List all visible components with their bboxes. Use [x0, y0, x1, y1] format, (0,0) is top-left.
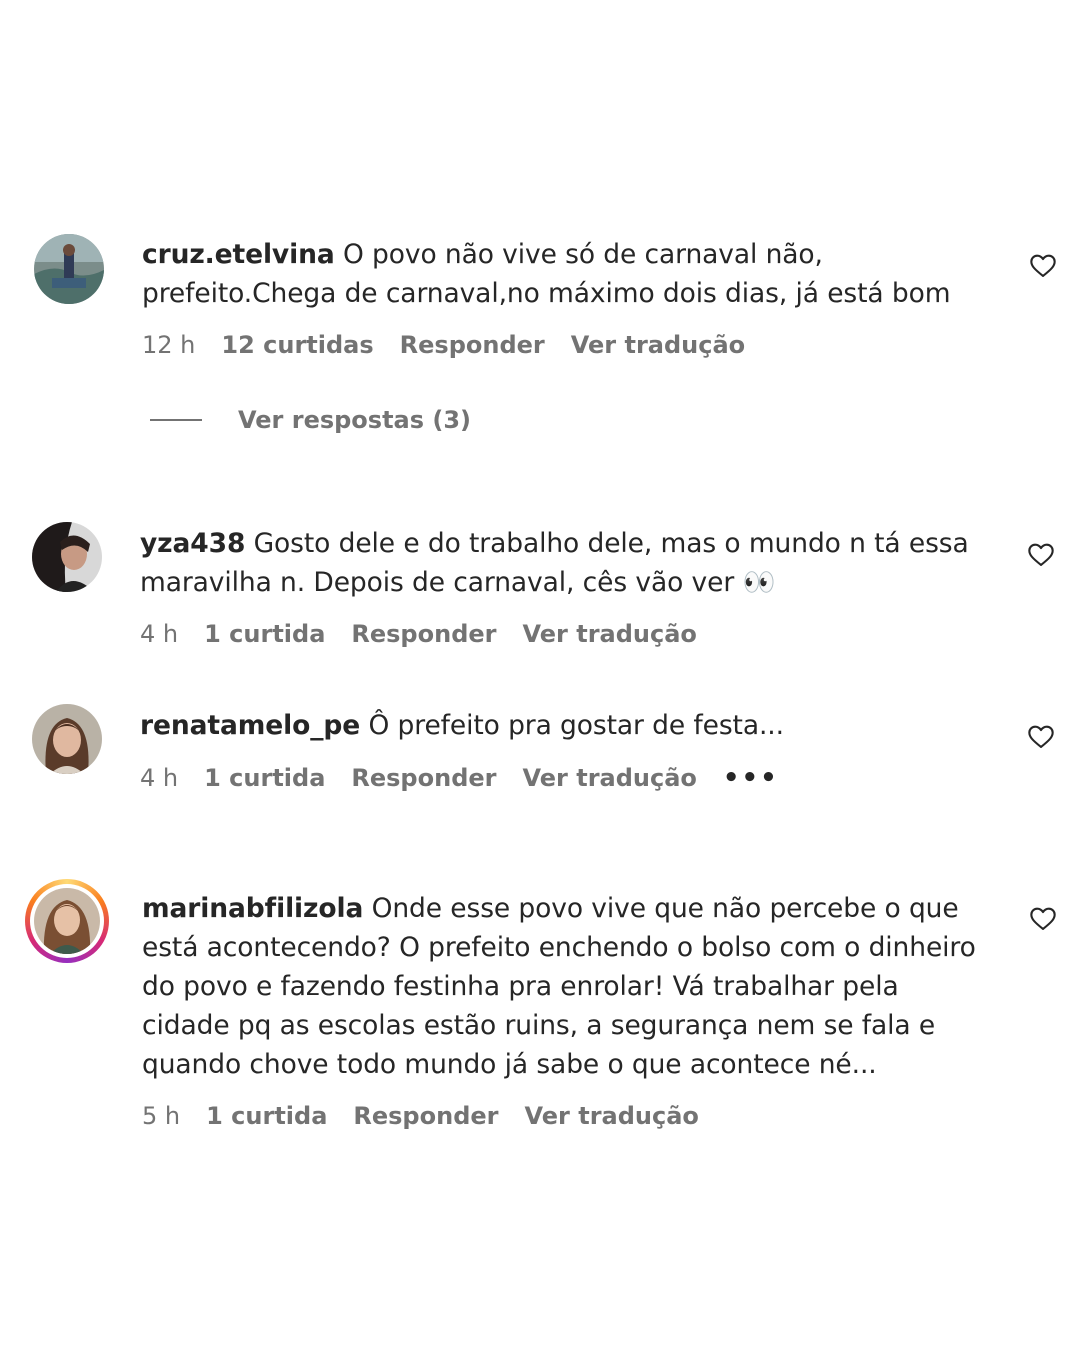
- heart-icon[interactable]: [1027, 541, 1055, 569]
- comment-username[interactable]: marinabfilizola: [142, 893, 363, 924]
- avatar[interactable]: [32, 704, 102, 774]
- comment-time: 4 h: [140, 620, 179, 648]
- comment-body: renatamelo_pe Ô prefeito pra gostar de f…: [140, 706, 990, 745]
- comment-username[interactable]: yza438: [140, 528, 245, 559]
- avatar-image: [34, 234, 104, 304]
- comment-likes[interactable]: 1 curtida: [206, 1102, 327, 1130]
- story-ring-avatar[interactable]: [25, 879, 109, 963]
- replies-divider: [150, 419, 202, 421]
- more-options-icon[interactable]: •••: [723, 763, 779, 793]
- comment-time: 5 h: [142, 1102, 181, 1130]
- avatar-image: [32, 704, 102, 774]
- reply-button[interactable]: Responder: [353, 1102, 498, 1130]
- avatar[interactable]: [32, 522, 102, 592]
- comment-body: yza438 Gosto dele e do trabalho dele, ma…: [140, 524, 990, 602]
- comment-body: cruz.etelvina O povo não vive só de carn…: [142, 235, 992, 313]
- comment-meta: 12 h 12 curtidas Responder Ver tradução: [142, 331, 745, 359]
- avatar-ring-gap: [30, 884, 104, 958]
- reply-button[interactable]: Responder: [351, 764, 496, 792]
- view-replies-button[interactable]: Ver respostas (3): [150, 406, 471, 434]
- comment-username[interactable]: renatamelo_pe: [140, 710, 360, 741]
- comment-body: marinabfilizola Onde esse povo vive que …: [142, 889, 992, 1084]
- translate-button[interactable]: Ver tradução: [524, 1102, 698, 1130]
- comment-meta: 5 h 1 curtida Responder Ver tradução: [142, 1102, 699, 1130]
- comment-text: Gosto dele e do trabalho dele, mas o mun…: [140, 528, 969, 598]
- avatar-image: [34, 888, 100, 954]
- avatar[interactable]: [34, 234, 104, 304]
- comment-time: 4 h: [140, 764, 179, 792]
- comment-text: Ô prefeito pra gostar de festa...: [368, 710, 784, 741]
- translate-button[interactable]: Ver tradução: [571, 331, 745, 359]
- comment-likes[interactable]: 1 curtida: [204, 764, 325, 792]
- translate-button[interactable]: Ver tradução: [522, 764, 696, 792]
- comment-likes[interactable]: 1 curtida: [204, 620, 325, 648]
- comment-meta: 4 h 1 curtida Responder Ver tradução •••: [140, 763, 779, 793]
- reply-button[interactable]: Responder: [351, 620, 496, 648]
- heart-icon[interactable]: [1029, 252, 1057, 280]
- reply-button[interactable]: Responder: [400, 331, 545, 359]
- view-replies-label[interactable]: Ver respostas (3): [238, 406, 471, 434]
- avatar: [34, 888, 100, 954]
- comment-time: 12 h: [142, 331, 196, 359]
- heart-icon[interactable]: [1029, 905, 1057, 933]
- comment-likes[interactable]: 12 curtidas: [221, 331, 373, 359]
- avatar-image: [32, 522, 102, 592]
- translate-button[interactable]: Ver tradução: [522, 620, 696, 648]
- comment-username[interactable]: cruz.etelvina: [142, 239, 335, 270]
- comment-meta: 4 h 1 curtida Responder Ver tradução: [140, 620, 697, 648]
- heart-icon[interactable]: [1027, 723, 1055, 751]
